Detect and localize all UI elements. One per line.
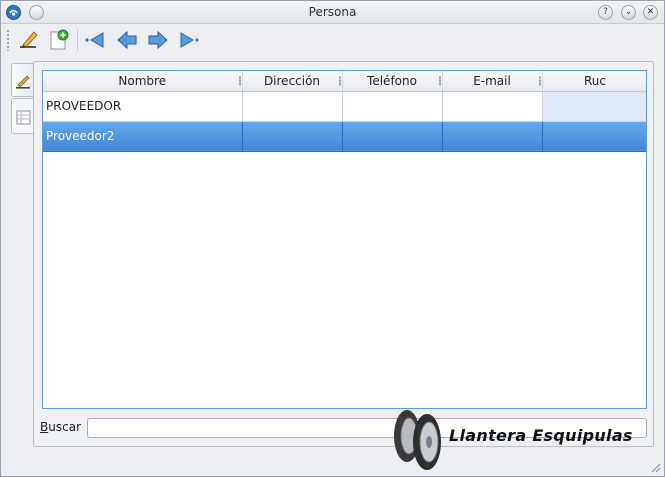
last-record-button[interactable] bbox=[177, 28, 201, 52]
previous-record-button[interactable] bbox=[115, 28, 139, 52]
column-header-email[interactable]: E-mail bbox=[442, 71, 543, 92]
content-panel: Nombre Dirección Teléfono E-mail Ruc PRO… bbox=[33, 61, 654, 447]
column-header-ruc[interactable]: Ruc bbox=[542, 71, 646, 92]
column-resize-handle[interactable] bbox=[538, 76, 541, 86]
table-tab-icon bbox=[16, 110, 31, 125]
table-cell[interactable]: PROVEEDOR bbox=[43, 91, 243, 122]
table-header-row: Nombre Dirección Teléfono E-mail Ruc bbox=[43, 71, 646, 92]
column-resize-handle[interactable] bbox=[338, 76, 341, 86]
table-cell[interactable] bbox=[542, 91, 646, 122]
edit-button[interactable] bbox=[17, 28, 41, 52]
table-cell[interactable] bbox=[242, 121, 343, 152]
column-header-nombre[interactable]: Nombre bbox=[43, 71, 243, 92]
column-header-direccion[interactable]: Dirección bbox=[242, 71, 343, 92]
table-cell[interactable] bbox=[542, 121, 646, 152]
tab-table[interactable] bbox=[11, 98, 34, 134]
table-cell[interactable] bbox=[442, 91, 543, 122]
column-resize-handle[interactable] bbox=[238, 76, 241, 86]
application-window: Persona ? ⌄ ✕ Nombre Dirección Teléfono … bbox=[0, 0, 665, 477]
new-document-icon bbox=[50, 29, 69, 50]
minimize-button[interactable]: ⌄ bbox=[621, 5, 636, 20]
previous-record-icon bbox=[117, 30, 137, 50]
search-label: Buscar bbox=[40, 420, 81, 434]
logo-text: Llantera Esquipulas bbox=[449, 426, 633, 445]
title-bar[interactable]: Persona ? ⌄ ✕ bbox=[1, 1, 664, 24]
table-cell[interactable] bbox=[342, 91, 443, 122]
company-logo: Llantera Esquipulas bbox=[385, 406, 655, 472]
tires-logo-image bbox=[394, 410, 441, 470]
window-title: Persona bbox=[308, 5, 357, 19]
table-cell[interactable]: Proveedor2 bbox=[43, 121, 243, 152]
close-button[interactable]: ✕ bbox=[643, 5, 658, 20]
close-icon: ✕ bbox=[646, 7, 655, 17]
table-row[interactable]: PROVEEDOR bbox=[43, 91, 646, 122]
first-record-button[interactable] bbox=[83, 28, 107, 52]
records-table[interactable]: Nombre Dirección Teléfono E-mail Ruc PRO… bbox=[42, 70, 647, 409]
tab-edit[interactable] bbox=[11, 63, 34, 97]
edit-icon bbox=[20, 31, 38, 48]
table-cell[interactable] bbox=[242, 91, 343, 122]
new-button[interactable] bbox=[47, 28, 71, 52]
minimize-icon: ⌄ bbox=[624, 7, 633, 17]
toolbar-grip[interactable] bbox=[6, 29, 10, 51]
table-cell[interactable] bbox=[342, 121, 443, 152]
resize-grip-icon[interactable] bbox=[649, 461, 661, 473]
toolbar-separator bbox=[77, 29, 78, 51]
help-button[interactable]: ? bbox=[598, 5, 613, 20]
next-record-button[interactable] bbox=[146, 28, 170, 52]
first-record-icon bbox=[85, 32, 104, 48]
table-row-selected[interactable]: Proveedor2 bbox=[43, 121, 646, 152]
help-icon: ? bbox=[603, 7, 608, 17]
column-resize-handle[interactable] bbox=[438, 76, 441, 86]
toolbar bbox=[1, 25, 664, 57]
edit-tab-icon bbox=[16, 75, 30, 89]
table-cell[interactable] bbox=[442, 121, 543, 152]
next-record-icon bbox=[148, 30, 168, 50]
column-header-telefono[interactable]: Teléfono bbox=[342, 71, 443, 92]
last-record-icon bbox=[180, 32, 199, 48]
